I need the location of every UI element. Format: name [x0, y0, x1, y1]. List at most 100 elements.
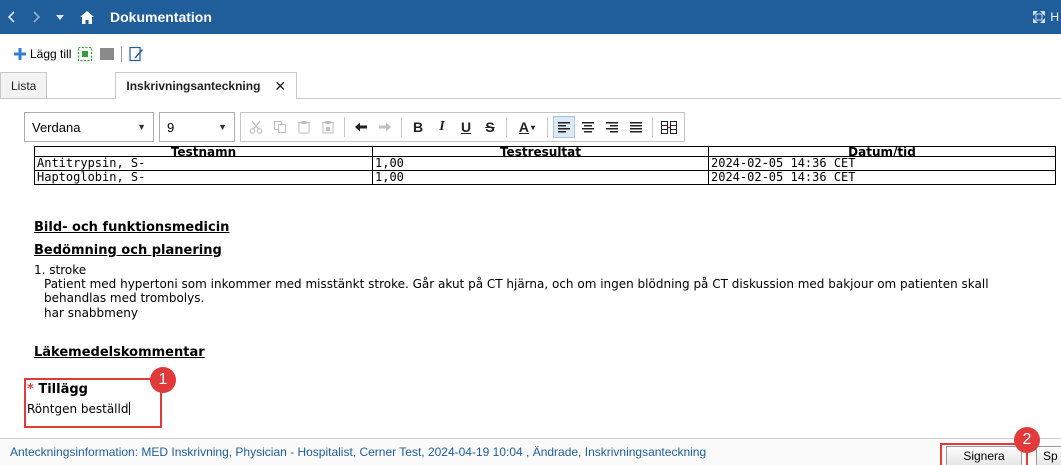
title-bar: Dokumentation H	[0, 0, 1061, 34]
align-left-icon	[558, 121, 570, 132]
table-header-row: Testnamn Testresultat Datum/tid	[34, 146, 1056, 157]
tillagg-label: Tillägg	[38, 382, 88, 397]
align-left-button[interactable]	[553, 116, 575, 138]
copy-button[interactable]	[269, 116, 291, 138]
section-heading-tillagg: * Tillägg	[27, 382, 88, 397]
note-editor[interactable]: Testnamn Testresultat Datum/tid Antitryp…	[0, 146, 1061, 438]
copy-icon	[274, 121, 286, 133]
chevron-down-icon: ▼	[137, 122, 146, 132]
italic-button[interactable]: I	[431, 116, 453, 138]
align-right-button[interactable]	[601, 116, 623, 138]
toolbar-separator	[547, 117, 548, 137]
edit-note-icon[interactable]	[128, 46, 144, 62]
editor-toolbar: Verdana ▼ 9 ▼ B I U S A ▾	[24, 110, 1056, 144]
problem-item: 1. stroke	[34, 263, 87, 277]
add-button[interactable]: Lägg till	[14, 47, 71, 61]
section-heading-lakemedel: Läkemedelskommentar	[34, 345, 205, 360]
caret-down-icon: ▾	[531, 122, 536, 132]
save-button[interactable]: Sp	[1036, 446, 1061, 465]
table-row: Haptoglobin, S- 1,00 2024-02-05 14:36 CE…	[34, 170, 1056, 185]
toolbar-separator	[652, 117, 653, 137]
table-icon	[661, 120, 677, 134]
tillagg-text-value: Röntgen beställd	[27, 402, 129, 416]
paste-special-icon	[322, 121, 334, 134]
undo-button[interactable]	[350, 116, 372, 138]
undo-icon	[355, 122, 367, 132]
action-separator	[121, 46, 123, 62]
problem-description: Patient med hypertoni som inkommer med m…	[44, 277, 989, 305]
text-caret	[129, 402, 131, 415]
action-bar: Lägg till	[14, 43, 144, 65]
required-marker: *	[27, 382, 34, 397]
caret-down-icon	[56, 15, 64, 20]
tab-inskrivningsanteckning[interactable]: Inskrivningsanteckning ✕	[115, 72, 298, 99]
paste-icon	[298, 121, 310, 134]
note-info-text: Anteckningsinformation: MED Inskrivning,…	[10, 445, 707, 459]
font-family-select[interactable]: Verdana ▼	[24, 112, 154, 142]
nav-group	[0, 0, 72, 34]
annotation-badge-1: 1	[150, 367, 176, 393]
annotation-badge-2: 2	[1014, 427, 1040, 453]
header-overflow-text: H	[1050, 10, 1059, 24]
toolbar-separator	[506, 117, 507, 137]
table-cell: 2024-02-05 14:36 CET	[708, 156, 1056, 171]
column-header: Testnamn	[34, 146, 373, 157]
format-buttons: B I U S A ▾	[240, 112, 685, 142]
redo-icon	[379, 122, 391, 132]
plus-icon	[14, 48, 26, 60]
add-button-label: Lägg till	[30, 47, 72, 61]
column-header: Testresultat	[372, 146, 709, 157]
back-button[interactable]	[0, 0, 24, 34]
expand-icon[interactable]	[1031, 9, 1047, 25]
sign-button[interactable]: Signera	[946, 446, 1022, 465]
toolbar-separator	[401, 117, 402, 137]
tab-inskrivningsanteckning-label: Inskrivningsanteckning	[126, 79, 261, 93]
chevron-right-icon	[33, 11, 41, 23]
section-heading-bild: Bild- och funktionsmedicin	[34, 220, 230, 235]
align-center-button[interactable]	[577, 116, 599, 138]
font-color-button[interactable]: A ▾	[512, 116, 542, 138]
tillagg-text-field[interactable]: Röntgen beställd	[27, 402, 131, 416]
document-gray-icon[interactable]	[99, 46, 115, 62]
close-tab-icon[interactable]: ✕	[274, 78, 286, 95]
home-button[interactable]	[72, 0, 102, 34]
font-size-select[interactable]: 9 ▼	[159, 112, 235, 142]
chevron-left-icon	[7, 11, 15, 23]
align-right-icon	[606, 121, 618, 132]
table-cell: 1,00	[372, 156, 709, 171]
table-cell: 2024-02-05 14:36 CET	[708, 170, 1056, 185]
chevron-down-icon: ▼	[218, 122, 227, 132]
home-icon	[80, 10, 94, 24]
underline-button[interactable]: U	[455, 116, 477, 138]
table-cell: 1,00	[372, 170, 709, 185]
cut-icon	[249, 120, 263, 134]
font-family-value: Verdana	[32, 119, 81, 135]
history-dropdown-button[interactable]	[48, 0, 72, 34]
tab-lista[interactable]: Lista	[0, 72, 48, 98]
tab-strip: Lista Inskrivningsanteckning ✕	[0, 72, 1061, 99]
lab-results-table: Testnamn Testresultat Datum/tid Antitryp…	[34, 146, 1056, 185]
paste-special-button[interactable]	[317, 116, 339, 138]
justify-button[interactable]	[625, 116, 647, 138]
font-size-value: 9	[167, 119, 175, 135]
tab-lista-label: Lista	[11, 78, 37, 93]
font-color-icon: A	[518, 119, 530, 135]
forward-button[interactable]	[24, 0, 48, 34]
section-heading-bedomning: Bedömning och planering	[34, 243, 222, 258]
table-cell: Antitrypsin, S-	[34, 156, 373, 171]
redo-button[interactable]	[374, 116, 396, 138]
align-center-icon	[582, 121, 594, 132]
table-cell: Haptoglobin, S-	[34, 170, 373, 185]
bold-button[interactable]: B	[407, 116, 429, 138]
strikethrough-button[interactable]: S	[479, 116, 501, 138]
column-header: Datum/tid	[708, 146, 1056, 157]
cut-button[interactable]	[245, 116, 267, 138]
paste-button[interactable]	[293, 116, 315, 138]
insert-table-button[interactable]	[658, 116, 680, 138]
window-controls: H	[1031, 0, 1061, 34]
problem-note: har snabbmeny	[44, 306, 138, 320]
footer-bar: Anteckningsinformation: MED Inskrivning,…	[0, 438, 1061, 465]
page-title: Dokumentation	[110, 9, 212, 25]
table-row: Antitrypsin, S- 1,00 2024-02-05 14:36 CE…	[34, 156, 1056, 171]
screen-capture-icon[interactable]	[77, 46, 93, 62]
